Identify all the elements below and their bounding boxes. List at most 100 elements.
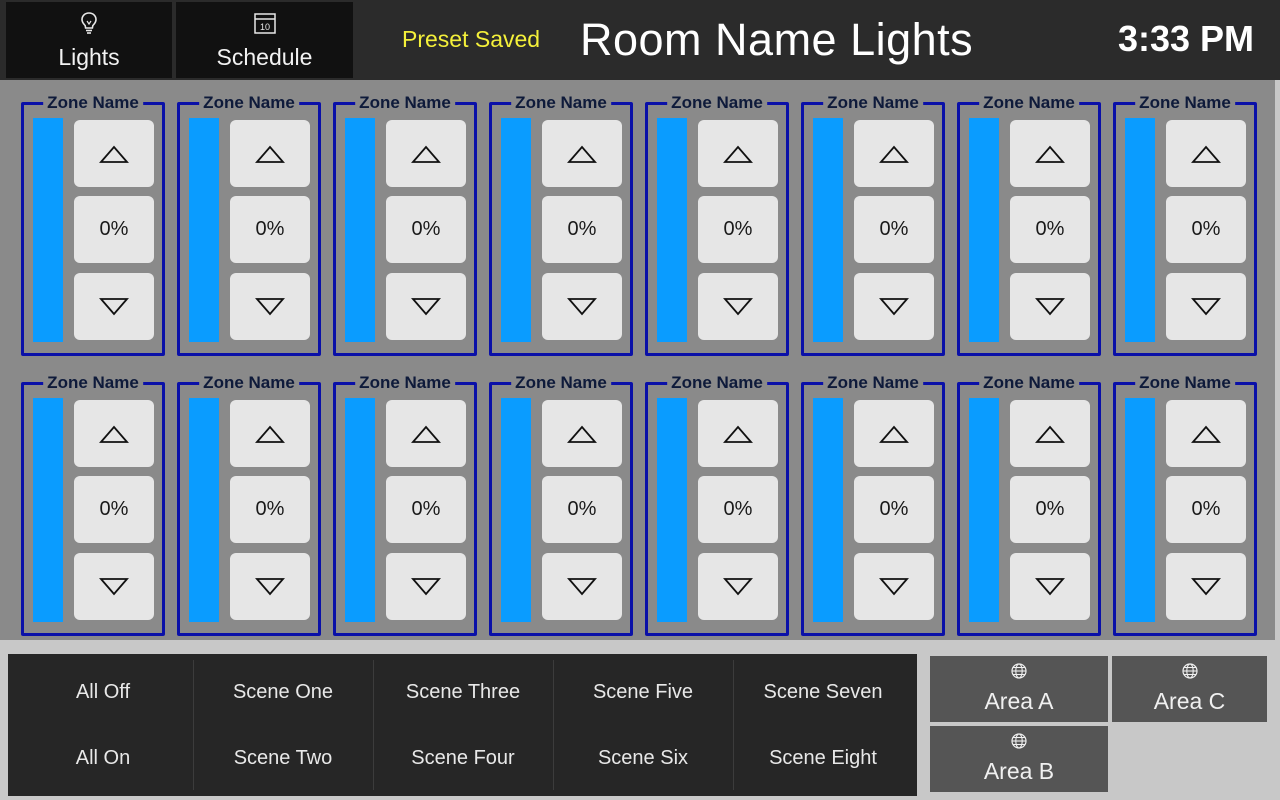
zone-level-bar[interactable]	[657, 118, 687, 342]
zone-level-value[interactable]: 0%	[74, 476, 154, 543]
scene-button[interactable]: All Off	[13, 659, 193, 725]
area-label: Area C	[1153, 688, 1226, 714]
zone-level-bar[interactable]	[189, 118, 219, 342]
zone-raise-button[interactable]	[74, 120, 154, 187]
zone-lower-button[interactable]	[74, 273, 154, 340]
zone-level-bar[interactable]	[501, 398, 531, 622]
area-a-button[interactable]: Area A	[930, 656, 1108, 722]
zone-level-value[interactable]: 0%	[1166, 196, 1246, 263]
globe-icon	[1010, 662, 1028, 680]
zone-raise-button[interactable]	[1166, 400, 1246, 467]
triangle-up-icon	[879, 144, 909, 164]
zone-level-bar[interactable]	[345, 118, 375, 342]
lights-nav-button[interactable]: Lights	[6, 2, 172, 78]
zone-lower-button[interactable]	[542, 553, 622, 620]
zone-raise-button[interactable]	[74, 400, 154, 467]
zone-level-value[interactable]: 0%	[542, 476, 622, 543]
scene-button[interactable]: Scene Two	[193, 725, 373, 791]
area-b-button[interactable]: Area B	[930, 726, 1108, 792]
triangle-down-icon	[1035, 577, 1065, 597]
zone-level-value[interactable]: 0%	[386, 196, 466, 263]
zone-raise-button[interactable]	[386, 120, 466, 187]
triangle-down-icon	[411, 577, 441, 597]
lightbulb-icon	[76, 10, 102, 36]
zone-lower-button[interactable]	[386, 553, 466, 620]
zone-level-bar[interactable]	[33, 398, 63, 622]
zone-lower-button[interactable]	[74, 553, 154, 620]
zone-raise-button[interactable]	[698, 120, 778, 187]
zone-raise-button[interactable]	[230, 120, 310, 187]
zone-raise-button[interactable]	[542, 400, 622, 467]
zone-level-value[interactable]: 0%	[698, 476, 778, 543]
zone-level-bar[interactable]	[657, 398, 687, 622]
zone-lower-button[interactable]	[698, 553, 778, 620]
zone-lower-button[interactable]	[1010, 273, 1090, 340]
zone-level-value[interactable]: 0%	[1010, 476, 1090, 543]
triangle-up-icon	[723, 144, 753, 164]
triangle-down-icon	[879, 577, 909, 597]
zone-raise-button[interactable]	[854, 120, 934, 187]
zone-lower-button[interactable]	[1010, 553, 1090, 620]
zone-tile: Zone Name 0%	[177, 94, 321, 356]
zone-level-bar[interactable]	[33, 118, 63, 342]
zone-level-value[interactable]: 0%	[698, 196, 778, 263]
zone-level-bar[interactable]	[1125, 398, 1155, 622]
zone-lower-button[interactable]	[230, 553, 310, 620]
zone-level-value[interactable]: 0%	[230, 196, 310, 263]
zone-raise-button[interactable]	[698, 400, 778, 467]
zone-lower-button[interactable]	[1166, 553, 1246, 620]
triangle-up-icon	[255, 424, 285, 444]
zone-level-bar[interactable]	[813, 118, 843, 342]
zone-level-bar[interactable]	[345, 398, 375, 622]
area-label: Area B	[983, 758, 1055, 784]
zone-tile: Zone Name 0%	[21, 374, 165, 636]
zone-level-bar[interactable]	[813, 398, 843, 622]
zone-lower-button[interactable]	[854, 273, 934, 340]
scene-button[interactable]: Scene Seven	[733, 659, 913, 725]
zone-level-value[interactable]: 0%	[230, 476, 310, 543]
zone-raise-button[interactable]	[230, 400, 310, 467]
zone-level-value[interactable]: 0%	[1166, 476, 1246, 543]
zone-name-label: Zone Name	[823, 94, 923, 112]
zone-raise-button[interactable]	[386, 400, 466, 467]
zone-raise-button[interactable]	[1010, 400, 1090, 467]
zone-level-value[interactable]: 0%	[542, 196, 622, 263]
triangle-down-icon	[99, 297, 129, 317]
zone-lower-button[interactable]	[386, 273, 466, 340]
zone-lower-button[interactable]	[698, 273, 778, 340]
zone-raise-button[interactable]	[854, 400, 934, 467]
schedule-nav-button[interactable]: 10 Schedule	[176, 2, 353, 78]
zone-level-value[interactable]: 0%	[854, 476, 934, 543]
zone-level-value[interactable]: 0%	[1010, 196, 1090, 263]
zone-level-bar[interactable]	[189, 398, 219, 622]
zone-level-bar[interactable]	[501, 118, 531, 342]
area-c-button[interactable]: Area C	[1112, 656, 1267, 722]
scene-button[interactable]: Scene Four	[373, 725, 553, 791]
zone-level-value[interactable]: 0%	[386, 476, 466, 543]
triangle-up-icon	[723, 424, 753, 444]
zone-lower-button[interactable]	[542, 273, 622, 340]
scene-button[interactable]: Scene Five	[553, 659, 733, 725]
zone-level-bar[interactable]	[1125, 118, 1155, 342]
zone-raise-button[interactable]	[542, 120, 622, 187]
zone-level-value[interactable]: 0%	[854, 196, 934, 263]
zone-tile: Zone Name 0%	[177, 374, 321, 636]
zone-level-bar[interactable]	[969, 118, 999, 342]
triangle-up-icon	[1191, 424, 1221, 444]
zone-level-value[interactable]: 0%	[74, 196, 154, 263]
zone-lower-button[interactable]	[1166, 273, 1246, 340]
zone-raise-button[interactable]	[1010, 120, 1090, 187]
scene-button[interactable]: All On	[13, 725, 193, 791]
zone-name-label: Zone Name	[667, 374, 767, 392]
scene-button[interactable]: Scene Six	[553, 725, 733, 791]
zone-lower-button[interactable]	[230, 273, 310, 340]
scene-button[interactable]: Scene Eight	[733, 725, 913, 791]
scene-button[interactable]: Scene One	[193, 659, 373, 725]
scene-button[interactable]: Scene Three	[373, 659, 553, 725]
triangle-up-icon	[1035, 424, 1065, 444]
zone-lower-button[interactable]	[854, 553, 934, 620]
zone-level-bar[interactable]	[969, 398, 999, 622]
zone-name-label: Zone Name	[511, 94, 611, 112]
zone-raise-button[interactable]	[1166, 120, 1246, 187]
zone-tile: Zone Name 0%	[801, 374, 945, 636]
